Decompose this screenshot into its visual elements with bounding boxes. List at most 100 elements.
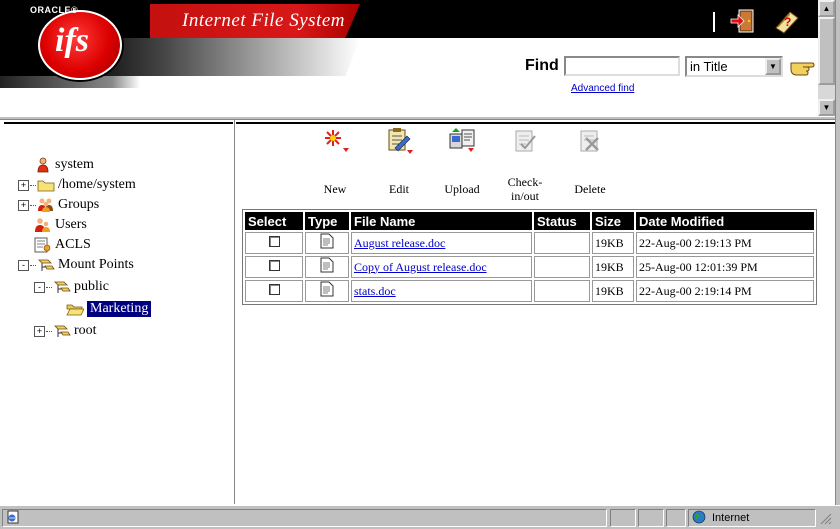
- scroll-thumb[interactable]: [818, 17, 835, 85]
- resize-grip-icon[interactable]: [818, 509, 838, 527]
- tree-item-label: public: [74, 279, 109, 294]
- mount-point-icon: [37, 257, 55, 273]
- status-message-panel: [2, 509, 607, 527]
- tree-item-marketing[interactable]: Marketing: [66, 299, 153, 319]
- header-frame: ifs ORACLE® Internet File System ? Find …: [0, 0, 818, 116]
- document-icon: [320, 257, 334, 276]
- tree-item-label: root: [74, 323, 97, 338]
- find-scope-value: in Title: [690, 59, 728, 74]
- file-name-link[interactable]: Copy of August release.doc: [354, 260, 487, 274]
- column-header-date-modified[interactable]: Date Modified: [636, 212, 814, 230]
- column-header-type: Type: [305, 212, 349, 230]
- mount-point-icon: [53, 279, 71, 295]
- tree-item-root[interactable]: + root: [34, 321, 97, 341]
- oracle-logo-label: ORACLE®: [30, 5, 79, 15]
- user-icon: [34, 157, 52, 173]
- find-scope-select[interactable]: in Title ▼: [685, 56, 783, 77]
- column-header-select: Select: [245, 212, 303, 230]
- tree-connector: [30, 184, 36, 186]
- column-header-status[interactable]: Status: [534, 212, 590, 230]
- date-modified-cell: 22-Aug-00 2:19:14 PM: [636, 280, 814, 302]
- select-cell: [245, 232, 303, 254]
- header-scrollbar[interactable]: ▲ ▼: [818, 0, 835, 116]
- groups-icon: [37, 197, 55, 213]
- window-right-edge: [835, 0, 840, 506]
- tree-connector: [30, 204, 36, 206]
- folder-tree-pane: system + /home/system + Groups Users ACL…: [0, 120, 235, 504]
- find-go-pointer-icon[interactable]: [789, 55, 815, 77]
- ifs-logo-text: ifs: [55, 22, 89, 59]
- security-zone-label: Internet: [712, 512, 750, 524]
- tree-connector: [30, 264, 36, 266]
- type-cell: [305, 256, 349, 278]
- scroll-up-icon[interactable]: ▲: [818, 0, 835, 17]
- check-in-out-label: Check- in/out: [507, 175, 543, 203]
- expand-icon[interactable]: +: [18, 179, 29, 191]
- expand-icon[interactable]: +: [34, 325, 45, 337]
- tree-item-acls[interactable]: ACLS: [34, 235, 91, 255]
- edit-label: Edit: [389, 182, 409, 196]
- delete-label: Delete: [574, 182, 606, 196]
- select-cell: [245, 280, 303, 302]
- users-icon: [34, 217, 52, 233]
- file-name-link[interactable]: stats.doc: [354, 284, 396, 298]
- app-title: Internet File System: [182, 10, 346, 31]
- mount-point-icon: [53, 323, 71, 339]
- find-label: Find: [525, 57, 559, 74]
- chevron-down-icon[interactable]: ▼: [765, 58, 781, 75]
- select-checkbox[interactable]: [268, 283, 280, 295]
- status-bar: Internet: [0, 505, 840, 529]
- edit-icon: [385, 126, 415, 156]
- acl-icon: [34, 237, 52, 253]
- globe-icon: [692, 510, 706, 527]
- header-black-band: [0, 0, 818, 38]
- tree-item-home-system[interactable]: + /home/system: [18, 175, 136, 195]
- tree-item-users[interactable]: Users: [34, 215, 87, 235]
- column-header-size[interactable]: Size: [592, 212, 634, 230]
- date-modified-cell: 25-Aug-00 12:01:39 PM: [636, 256, 814, 278]
- find-input[interactable]: [564, 56, 680, 76]
- delete-icon: [576, 126, 606, 156]
- collapse-icon[interactable]: -: [34, 281, 45, 293]
- status-cell: [534, 232, 590, 254]
- collapse-icon[interactable]: -: [18, 259, 29, 271]
- tree-item-public[interactable]: - public: [34, 277, 109, 297]
- tree-item-label: ACLS: [55, 237, 91, 252]
- tree-item-label: /home/system: [58, 177, 136, 192]
- tree-item-label: Groups: [58, 197, 100, 212]
- open-folder-icon: [66, 301, 84, 317]
- table-header-row: Select Type File Name Status Size Date M…: [245, 212, 814, 230]
- table-row: stats.doc 19KB 22-Aug-00 2:19:14 PM: [245, 280, 814, 302]
- help-icon[interactable]: ?: [772, 8, 800, 34]
- new-label: New: [323, 182, 347, 196]
- tree-item-mount-points[interactable]: - Mount Points: [18, 255, 134, 275]
- size-cell: 19KB: [592, 256, 634, 278]
- column-header-file-name[interactable]: File Name: [351, 212, 532, 230]
- file-name-cell: August release.doc: [351, 232, 532, 254]
- expand-icon[interactable]: +: [18, 199, 29, 211]
- document-icon: [320, 281, 334, 300]
- status-panel-1: [610, 509, 636, 527]
- select-checkbox[interactable]: [268, 259, 280, 271]
- tree-item-groups[interactable]: + Groups: [18, 195, 99, 215]
- file-table: Select Type File Name Status Size Date M…: [242, 209, 817, 305]
- scroll-down-icon[interactable]: ▼: [818, 99, 835, 116]
- file-name-link[interactable]: August release.doc: [354, 236, 445, 250]
- select-checkbox[interactable]: [268, 235, 280, 247]
- document-icon: [320, 233, 334, 252]
- browser-window: ifs ORACLE® Internet File System ? Find …: [0, 0, 840, 529]
- check-in-out-icon: [511, 126, 541, 156]
- tree-item-system[interactable]: system: [34, 155, 94, 175]
- tree-item-label: Users: [55, 217, 87, 232]
- select-cell: [245, 256, 303, 278]
- status-cell: [534, 256, 590, 278]
- tree-top-rule: [4, 122, 233, 124]
- date-modified-cell: 22-Aug-00 2:19:13 PM: [636, 232, 814, 254]
- file-name-cell: stats.doc: [351, 280, 532, 302]
- logout-icon[interactable]: [730, 8, 758, 34]
- status-cell: [534, 280, 590, 302]
- advanced-find-link[interactable]: Advanced find: [571, 83, 634, 94]
- tree-item-label: system: [55, 157, 94, 172]
- upload-label: Upload: [444, 182, 480, 196]
- new-icon: [321, 126, 351, 156]
